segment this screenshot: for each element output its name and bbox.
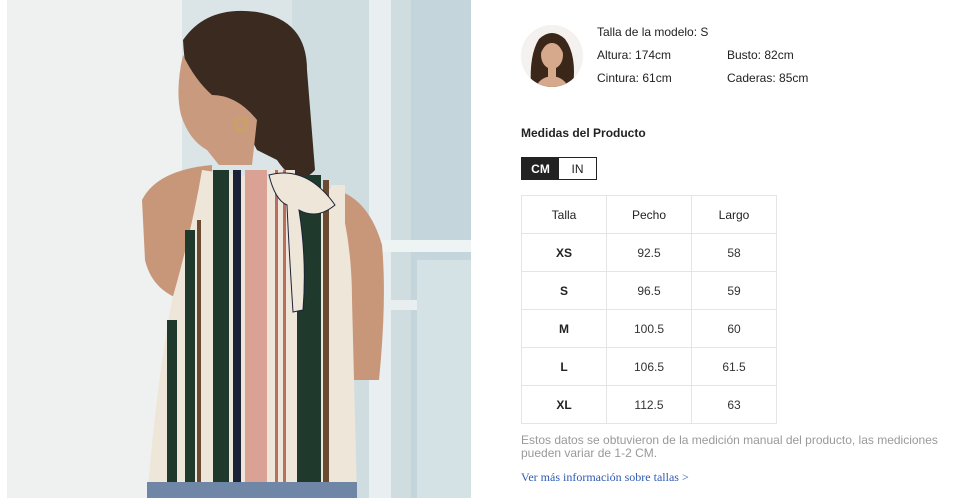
unit-cm-button[interactable]: CM bbox=[522, 158, 559, 179]
chest-cell: 106.5 bbox=[606, 347, 692, 386]
measurement-note: Estos datos se obtuvieron de la medición… bbox=[521, 433, 938, 460]
size-info-link[interactable]: Ver más información sobre tallas > bbox=[521, 470, 689, 485]
unit-toggle: CM IN bbox=[521, 157, 597, 180]
table-row: L 106.5 61.5 bbox=[521, 347, 777, 386]
size-cell: S bbox=[521, 271, 607, 310]
model-bust-label: Busto: 82cm bbox=[727, 48, 794, 62]
size-cell: M bbox=[521, 309, 607, 348]
table-header-length: Largo bbox=[691, 195, 777, 234]
size-info-panel: Talla de la modelo: S Altura: 174cm Cint… bbox=[471, 0, 953, 498]
size-cell: XL bbox=[521, 385, 607, 424]
table-row: M 100.5 60 bbox=[521, 309, 777, 348]
table-header-chest: Pecho bbox=[606, 195, 692, 234]
length-cell: 58 bbox=[691, 233, 777, 272]
model-waist-label: Cintura: 61cm bbox=[597, 71, 672, 85]
length-cell: 61.5 bbox=[691, 347, 777, 386]
product-measurements-title: Medidas del Producto bbox=[521, 126, 646, 140]
table-header-row: Talla Pecho Largo bbox=[521, 195, 777, 234]
chest-cell: 112.5 bbox=[606, 385, 692, 424]
length-cell: 60 bbox=[691, 309, 777, 348]
chest-cell: 96.5 bbox=[606, 271, 692, 310]
product-photo bbox=[7, 0, 471, 498]
table-header-size: Talla bbox=[521, 195, 607, 234]
length-cell: 63 bbox=[691, 385, 777, 424]
size-table: Talla Pecho Largo XS 92.5 58 S 96.5 59 M… bbox=[521, 195, 777, 424]
product-photo-illustration bbox=[7, 0, 471, 498]
model-hips-label: Caderas: 85cm bbox=[727, 71, 809, 85]
table-row: S 96.5 59 bbox=[521, 271, 777, 310]
table-row: XS 92.5 58 bbox=[521, 233, 777, 272]
length-cell: 59 bbox=[691, 271, 777, 310]
unit-in-button[interactable]: IN bbox=[559, 158, 596, 179]
size-cell: L bbox=[521, 347, 607, 386]
chest-cell: 100.5 bbox=[606, 309, 692, 348]
chest-cell: 92.5 bbox=[606, 233, 692, 272]
size-cell: XS bbox=[521, 233, 607, 272]
model-size-label: Talla de la modelo: S bbox=[597, 25, 709, 39]
model-height-label: Altura: 174cm bbox=[597, 48, 672, 62]
table-row: XL 112.5 63 bbox=[521, 385, 777, 424]
model-avatar bbox=[521, 25, 583, 87]
